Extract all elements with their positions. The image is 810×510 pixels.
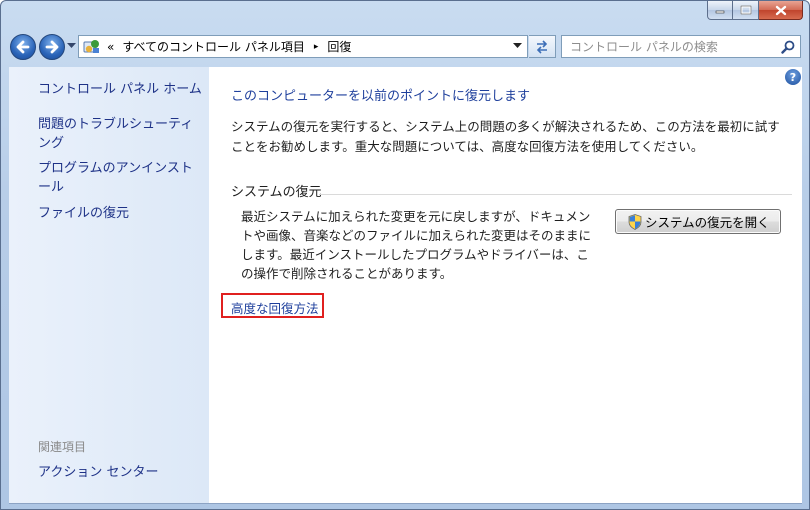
- section-description: 最近システムに加えられた変更を元に戻しますが、ドキュメントや画像、音楽などのファ…: [241, 209, 592, 281]
- recent-pages-dropdown-icon[interactable]: [67, 43, 76, 49]
- help-icon[interactable]: ?: [785, 69, 801, 85]
- refresh-icon: [536, 39, 548, 54]
- window-bottom-edge: [9, 503, 802, 504]
- search-input[interactable]: [570, 39, 775, 54]
- section-title-system-restore: システムの復元: [231, 185, 322, 200]
- minimize-button[interactable]: [707, 1, 733, 20]
- breadcrumb-overflow[interactable]: «: [107, 40, 114, 54]
- breadcrumb-recovery[interactable]: 回復: [327, 38, 351, 55]
- navigation-bar: « すべてのコントロール パネル項目 ▸ 回復: [1, 31, 809, 63]
- open-system-restore-button[interactable]: システムの復元を開く: [615, 209, 781, 234]
- caption-buttons: [707, 1, 803, 21]
- sidebar-item-file-recovery[interactable]: ファイルの復元: [38, 204, 129, 223]
- open-system-restore-label: システムの復元を開く: [645, 215, 770, 230]
- maximize-button[interactable]: [733, 1, 759, 20]
- address-bar[interactable]: « すべてのコントロール パネル項目 ▸ 回復: [78, 35, 528, 58]
- breadcrumb-all-items[interactable]: すべてのコントロール パネル項目: [122, 38, 305, 55]
- forward-arrow-icon: [45, 40, 59, 54]
- refresh-button[interactable]: [529, 35, 556, 58]
- sidebar-item-home[interactable]: コントロール パネル ホーム: [38, 80, 202, 99]
- section-divider: [319, 194, 792, 195]
- page-description: システムの復元を実行すると、システム上の問題の多くが解決されるため、この方法を最…: [231, 119, 780, 154]
- sidebar-related-heading: 関連項目: [38, 440, 87, 454]
- close-icon: [775, 5, 786, 15]
- search-icon[interactable]: [781, 40, 795, 54]
- control-panel-icon: [83, 39, 99, 53]
- sidebar: コントロール パネル ホーム 問題のトラブルシューティング プログラムのアンイン…: [9, 67, 209, 503]
- sidebar-item-troubleshoot[interactable]: 問題のトラブルシューティング: [38, 115, 203, 153]
- advanced-recovery-link[interactable]: 高度な回復方法: [231, 298, 319, 317]
- forward-button[interactable]: [39, 34, 65, 60]
- maximize-icon: [740, 5, 751, 15]
- page-title: このコンピューターを以前のポイントに復元します: [231, 89, 531, 104]
- minimize-icon: [715, 10, 725, 14]
- uac-shield-icon: [628, 213, 642, 230]
- breadcrumb: « すべてのコントロール パネル項目 ▸ 回復: [107, 38, 351, 55]
- control-panel-window: « すべてのコントロール パネル項目 ▸ 回復 コントロール パネル ホーム 問…: [0, 0, 810, 510]
- address-dropdown-icon[interactable]: [513, 43, 522, 49]
- back-arrow-icon: [16, 40, 30, 54]
- breadcrumb-separator[interactable]: ▸: [314, 42, 319, 52]
- back-button[interactable]: [10, 34, 36, 60]
- sidebar-item-action-center[interactable]: アクション センター: [38, 463, 158, 482]
- search-box[interactable]: [561, 35, 801, 58]
- close-button[interactable]: [759, 1, 803, 20]
- sidebar-item-uninstall[interactable]: プログラムのアンインストール: [38, 159, 203, 197]
- main-content: ? このコンピューターを以前のポイントに復元します システムの復元を実行すると、…: [209, 67, 802, 503]
